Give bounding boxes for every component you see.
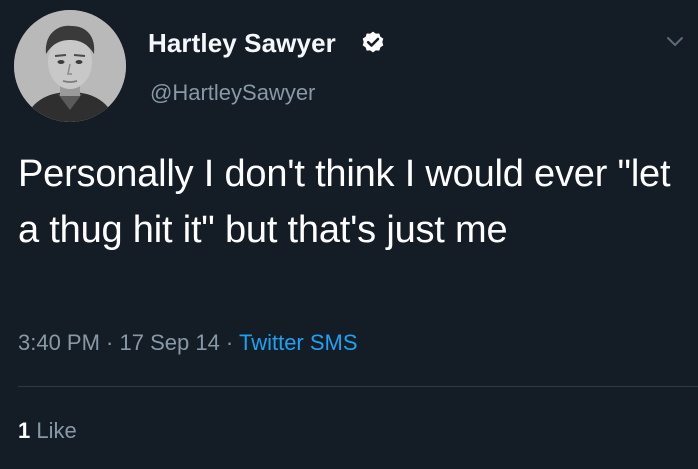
likes-count: 1: [18, 418, 31, 443]
likes-label: Like: [36, 418, 77, 443]
chevron-down-icon[interactable]: [664, 30, 686, 52]
meta-separator: ·: [219, 330, 239, 355]
tweet-text: Personally I don't think I would ever "l…: [18, 153, 671, 251]
likes-stat[interactable]: 1 Like: [18, 418, 77, 444]
tweet-source-link[interactable]: Twitter SMS: [239, 330, 358, 355]
profile-photo-icon: [14, 10, 126, 122]
tweet-meta: 3:40 PM · 17 Sep 14 · Twitter SMS: [18, 330, 358, 356]
display-name[interactable]: Hartley Sawyer: [148, 28, 336, 59]
meta-separator: ·: [99, 330, 120, 355]
tweet-card: Hartley Sawyer @HartleySawyer Personally…: [0, 0, 698, 469]
tweet-date[interactable]: 17 Sep 14: [120, 330, 220, 355]
user-handle[interactable]: @HartleySawyer: [150, 80, 315, 106]
tweet-time[interactable]: 3:40 PM: [18, 330, 100, 355]
divider: [18, 386, 698, 387]
verified-badge-icon: [362, 31, 384, 53]
avatar[interactable]: [14, 10, 126, 122]
